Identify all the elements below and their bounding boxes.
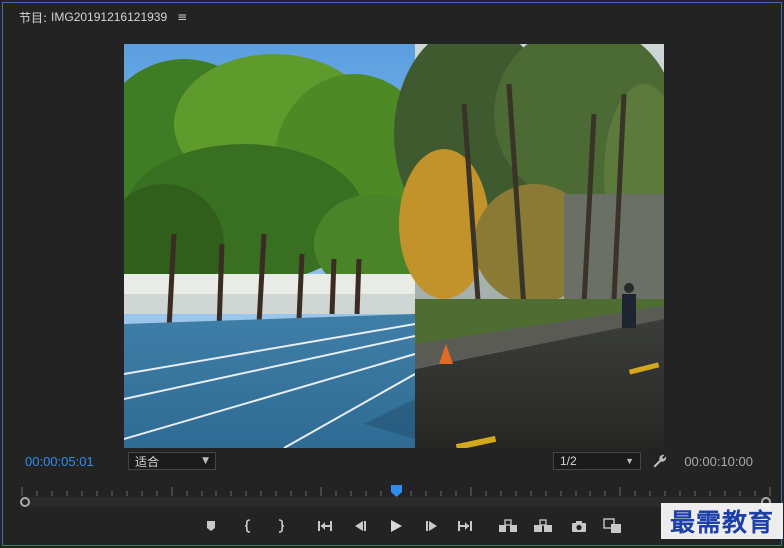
- add-marker-icon[interactable]: [201, 516, 221, 536]
- playback-resolution-value: 1/2: [560, 454, 577, 468]
- lift-icon[interactable]: [498, 516, 518, 536]
- panel-menu-icon[interactable]: ≡: [177, 10, 187, 24]
- fit-zoom-value: 适合: [135, 454, 160, 469]
- play-icon[interactable]: [386, 516, 406, 536]
- chevron-down-icon: ▼: [202, 456, 209, 466]
- panel-header: 节目: IMG20191216121939 ≡: [3, 3, 781, 31]
- comparison-frame-image: [124, 44, 664, 448]
- video-preview: [124, 44, 664, 448]
- comparison-view-icon[interactable]: [603, 516, 623, 536]
- settings-wrench-icon[interactable]: [652, 453, 668, 473]
- watermark-text: 最需教育: [669, 508, 774, 537]
- playback-resolution-select[interactable]: 1/2 ▼: [553, 452, 641, 470]
- current-timecode[interactable]: 00:00:05:01: [25, 454, 94, 469]
- zoom-scroll-bar[interactable]: [21, 497, 771, 507]
- mark-out-icon[interactable]: [271, 516, 291, 536]
- step-back-icon[interactable]: [350, 516, 370, 536]
- playhead[interactable]: [390, 482, 402, 497]
- zoom-start-handle[interactable]: [20, 497, 30, 507]
- export-frame-icon[interactable]: [569, 516, 589, 536]
- go-to-in-icon[interactable]: [315, 516, 335, 536]
- program-monitor-panel: 节目: IMG20191216121939 ≡ 00:00:05:01 适合 ▼…: [2, 2, 783, 546]
- go-to-out-icon[interactable]: [455, 516, 475, 536]
- mark-in-icon[interactable]: [238, 516, 258, 536]
- step-forward-icon[interactable]: [422, 516, 442, 536]
- watermark: 最需教育: [661, 503, 783, 539]
- fit-zoom-select[interactable]: 适合 ▼: [128, 452, 216, 470]
- chevron-down-icon: ▼: [625, 456, 634, 466]
- duration-timecode: 00:00:10:00: [684, 454, 753, 469]
- panel-title: IMG20191216121939: [51, 10, 168, 24]
- extract-icon[interactable]: [533, 516, 553, 536]
- panel-title-prefix: 节目:: [19, 10, 48, 25]
